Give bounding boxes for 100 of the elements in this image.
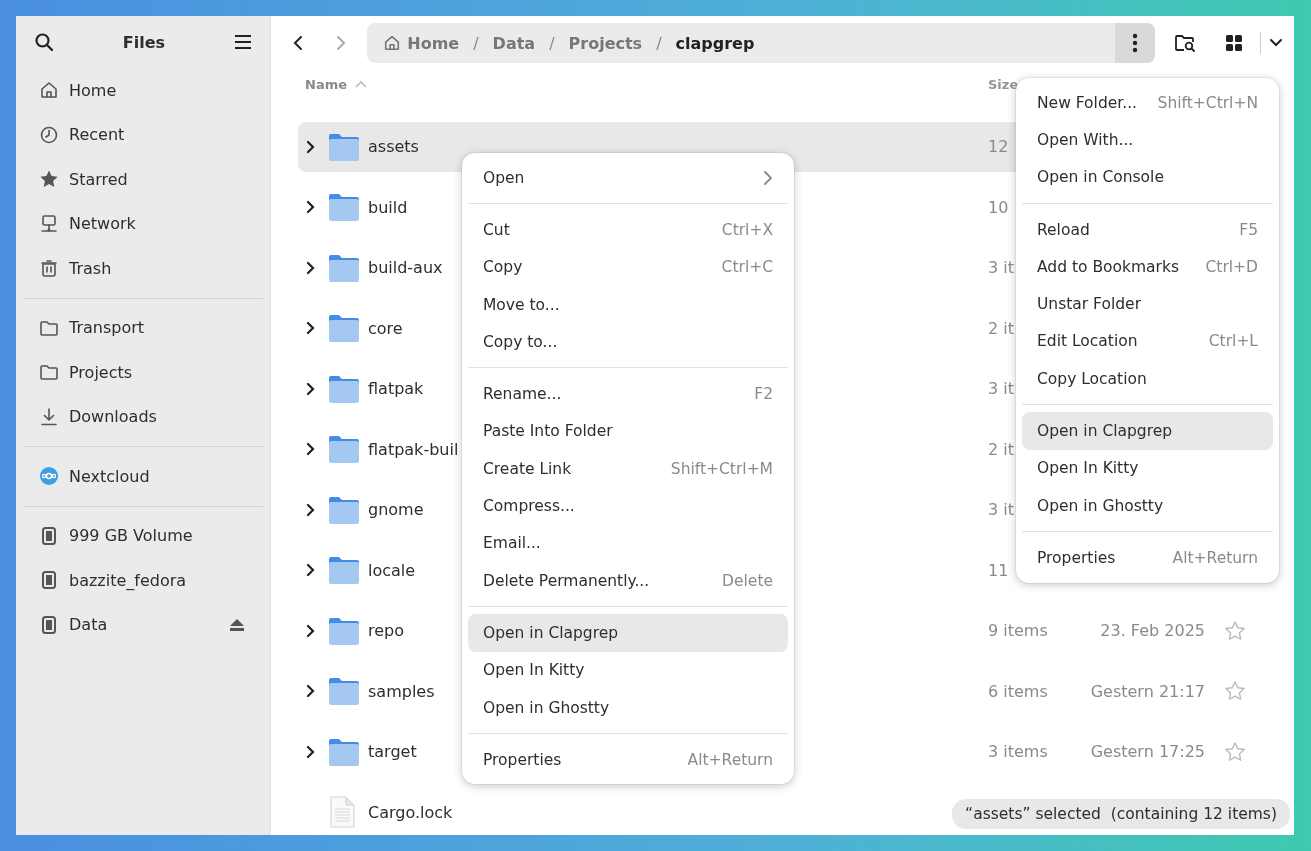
file-size: 3 it [988, 258, 1014, 278]
menu-item[interactable]: Edit Location Ctrl+L [1022, 322, 1273, 361]
sidebar-item[interactable]: Trash [23, 246, 263, 291]
folder-icon [328, 313, 360, 344]
sidebar-item[interactable]: bazzite_fedora [23, 558, 263, 603]
menu-item[interactable]: Open in Clapgrep [468, 614, 788, 652]
expander-icon[interactable] [306, 139, 316, 154]
shortcut-label: Alt+Return [687, 750, 773, 769]
folder-icon [328, 615, 360, 646]
path-separator: / [656, 33, 662, 53]
file-name[interactable]: target [368, 742, 417, 762]
menu-item[interactable]: Delete Permanently... Delete [468, 561, 788, 600]
file-name[interactable]: core [368, 318, 403, 338]
folder-icon [328, 192, 360, 223]
menu-item[interactable]: Open in Ghostty [468, 688, 788, 727]
menu-item[interactable]: Open in Console [1022, 158, 1273, 196]
menu-item[interactable]: Open In Kitty [468, 651, 788, 689]
drive-icon [39, 525, 59, 546]
menu-item[interactable]: Open With... [1022, 121, 1273, 159]
file-name[interactable]: locale [368, 560, 416, 580]
expander-icon[interactable] [306, 744, 316, 759]
expander-icon[interactable] [306, 321, 316, 336]
menu-item[interactable]: Create Link Shift+Ctrl+M [468, 450, 788, 488]
sidebar-item[interactable]: Data [23, 602, 263, 647]
menu-item[interactable]: Properties Alt+Return [468, 741, 788, 779]
file-size: 6 items [988, 681, 1048, 701]
sidebar-item[interactable]: Projects [23, 350, 263, 395]
menu-item[interactable]: Copy to... [468, 323, 788, 361]
expander-icon[interactable] [306, 442, 316, 457]
status-text: “assets” selected (containing 12 items) [965, 805, 1277, 823]
menu-item[interactable]: Compress... [468, 487, 788, 525]
sidebar-item[interactable]: Recent [23, 112, 263, 157]
file-name[interactable]: flatpak-buil [368, 439, 459, 459]
search-icon[interactable] [32, 30, 56, 54]
more-button[interactable] [1115, 23, 1156, 63]
breadcrumb[interactable]: Home [383, 33, 460, 53]
breadcrumb[interactable]: Data [492, 33, 536, 53]
breadcrumb[interactable]: clapgrep [675, 33, 755, 53]
menu-item[interactable]: Properties Alt+Return [1022, 539, 1273, 577]
menu-icon[interactable] [232, 32, 254, 52]
sidebar-item[interactable]: Starred [23, 157, 263, 202]
shortcut-label: F5 [1239, 220, 1258, 239]
menu-item[interactable]: Open in Clapgrep [1022, 412, 1273, 450]
folder-icon [328, 736, 360, 767]
shortcut-label: Ctrl+X [721, 220, 773, 239]
network-icon [39, 213, 59, 234]
menu-item[interactable]: Open In Kitty [1022, 449, 1273, 487]
file-name[interactable]: samples [368, 681, 435, 701]
shortcut-label: Shift+Ctrl+M [670, 459, 773, 478]
expander-icon[interactable] [306, 381, 316, 396]
menu-item[interactable]: Open [468, 159, 788, 197]
file-name[interactable]: repo [368, 621, 404, 641]
home-icon [383, 34, 402, 52]
menu-item[interactable]: New Folder... Shift+Ctrl+N [1022, 84, 1273, 122]
file-name[interactable]: flatpak [368, 379, 424, 399]
expander-icon[interactable] [306, 200, 316, 215]
file-name[interactable]: Cargo.lock [368, 802, 453, 822]
folder-icon [328, 252, 360, 283]
file-size: 3 it [988, 500, 1014, 520]
sidebar-item[interactable]: 999 GB Volume [23, 513, 263, 558]
menu-item[interactable]: Reload F5 [1022, 210, 1273, 249]
folder-icon [328, 676, 360, 707]
expander-icon[interactable] [306, 623, 316, 638]
sidebar-item[interactable]: Network [23, 201, 263, 246]
menu-item[interactable]: Copy Location [1022, 360, 1273, 398]
file-name[interactable]: build-aux [368, 258, 443, 278]
star-icon[interactable] [1224, 619, 1246, 642]
modified-date: Gestern 21:17 [1090, 681, 1205, 701]
sidebar-item[interactable]: Nextcloud [23, 454, 263, 499]
expander-icon[interactable] [306, 563, 316, 578]
cloud-icon [39, 466, 59, 487]
menu-item[interactable]: Move to... [468, 285, 788, 324]
file-size: 3 it [988, 379, 1014, 399]
breadcrumb[interactable]: Projects [568, 33, 643, 53]
file-size: 2 it [988, 318, 1014, 338]
expander-icon[interactable] [306, 502, 316, 517]
drive-icon [39, 614, 59, 635]
shortcut-label: Delete [722, 571, 773, 590]
menu-item[interactable]: Open in Ghostty [1022, 486, 1273, 525]
folder-icon [328, 373, 360, 404]
menu-item[interactable]: Unstar Folder [1022, 285, 1273, 323]
path-separator: / [549, 33, 555, 53]
menu-item[interactable]: Cut Ctrl+X [468, 211, 788, 249]
file-name[interactable]: gnome [368, 500, 424, 520]
menu-item[interactable]: Paste Into Folder [468, 412, 788, 451]
sidebar-item[interactable]: Downloads [23, 394, 263, 439]
more-icon [1132, 33, 1139, 53]
folder-icon [39, 362, 59, 383]
menu-item[interactable]: Email... [468, 524, 788, 562]
file-name[interactable]: build [368, 197, 408, 217]
star-icon[interactable] [1224, 740, 1246, 763]
menu-item[interactable]: Add to Bookmarks Ctrl+D [1022, 248, 1273, 286]
menu-item[interactable]: Rename... F2 [468, 375, 788, 413]
expander-icon[interactable] [306, 684, 316, 699]
menu-item[interactable]: Copy Ctrl+C [468, 248, 788, 286]
sidebar-item[interactable]: Transport [23, 305, 263, 350]
file-name[interactable]: assets [368, 137, 419, 157]
sidebar-item[interactable]: Home [23, 68, 263, 113]
star-icon[interactable] [1224, 680, 1246, 703]
expander-icon[interactable] [306, 260, 316, 275]
